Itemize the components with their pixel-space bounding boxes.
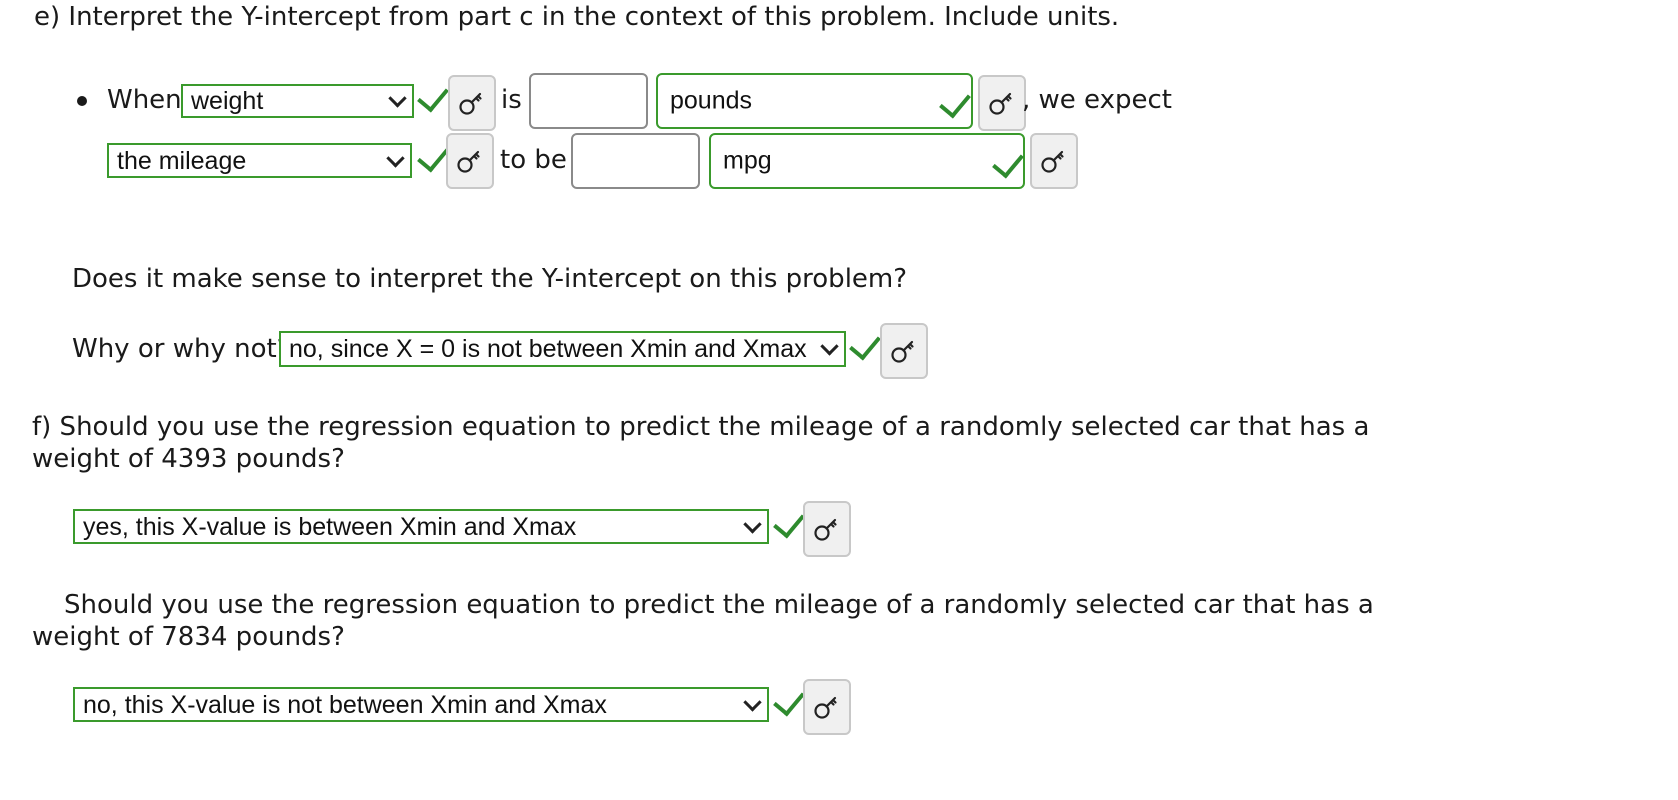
we-expect-label: , we expect xyxy=(1022,85,1172,115)
key-icon xyxy=(459,92,482,115)
key-button[interactable] xyxy=(1030,133,1078,189)
check-icon xyxy=(773,683,805,717)
why-label: Why or why not? xyxy=(72,334,291,364)
to-be-label: to be xyxy=(500,145,567,175)
part-f-q1-line2: weight of 4393 pounds? xyxy=(32,444,345,474)
answer1-select[interactable]: yes, this X-value is between Xmin and Xm… xyxy=(73,509,769,544)
interpret-question: Does it make sense to interpret the Y-in… xyxy=(72,264,908,294)
check-icon xyxy=(849,327,881,361)
key-button[interactable] xyxy=(803,679,851,735)
key-button[interactable] xyxy=(448,75,496,131)
unit1-value: pounds xyxy=(670,86,753,115)
key-icon xyxy=(814,696,837,719)
answer2-select[interactable]: no, this X-value is not between Xmin and… xyxy=(73,687,769,722)
unit2-value: mpg xyxy=(723,146,772,175)
unit1-input[interactable]: pounds xyxy=(656,73,973,129)
part-f-q2-line2: weight of 7834 pounds? xyxy=(32,622,345,652)
response-select[interactable]: the mileage xyxy=(107,143,412,178)
key-button[interactable] xyxy=(803,501,851,557)
key-button[interactable] xyxy=(978,75,1026,131)
chevron-down-icon xyxy=(820,337,839,356)
answer1-select-value: yes, this X-value is between Xmin and Xm… xyxy=(83,512,577,541)
key-icon xyxy=(891,340,914,363)
check-icon xyxy=(939,85,971,119)
part-f-q2-line1: Should you use the regression equation t… xyxy=(64,590,1374,620)
when-label: When xyxy=(107,85,182,115)
check-icon xyxy=(417,139,449,173)
chevron-down-icon xyxy=(386,148,405,168)
variable-select[interactable]: weight xyxy=(181,84,414,118)
intercept-y-input[interactable] xyxy=(571,133,700,189)
key-icon xyxy=(989,92,1012,115)
unit2-input[interactable]: mpg xyxy=(709,133,1025,189)
key-icon xyxy=(457,150,480,173)
check-icon xyxy=(773,505,805,539)
is-label: is xyxy=(501,85,522,115)
intercept-x-input[interactable] xyxy=(529,73,648,129)
check-icon xyxy=(992,145,1024,179)
part-e-heading: e) Interpret the Y-intercept from part c… xyxy=(34,2,1120,32)
check-icon xyxy=(417,79,449,113)
chevron-down-icon xyxy=(388,89,407,108)
part-f-q1-line1: f) Should you use the regression equatio… xyxy=(32,412,1370,442)
key-icon xyxy=(814,518,837,541)
key-button[interactable] xyxy=(880,323,928,379)
response-select-value: the mileage xyxy=(117,146,247,175)
answer2-select-value: no, this X-value is not between Xmin and… xyxy=(83,690,607,719)
why-select[interactable]: no, since X = 0 is not between Xmin and … xyxy=(279,331,846,367)
key-button[interactable] xyxy=(446,133,494,189)
chevron-down-icon xyxy=(743,514,762,534)
variable-select-value: weight xyxy=(191,87,264,115)
key-icon xyxy=(1041,150,1064,173)
bullet xyxy=(77,96,87,106)
chevron-down-icon xyxy=(743,692,762,712)
why-select-value: no, since X = 0 is not between Xmin and … xyxy=(289,335,807,363)
